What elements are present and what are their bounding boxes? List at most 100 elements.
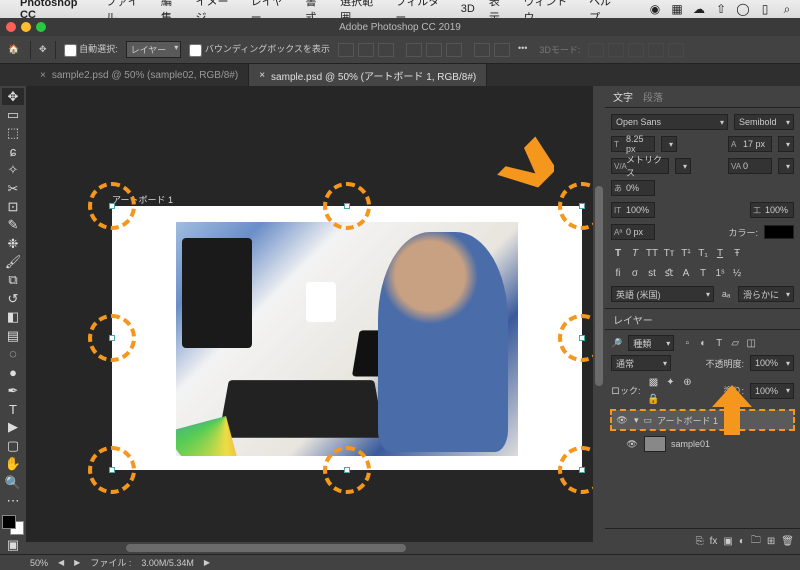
link-layers-icon[interactable]: ⎘: [696, 536, 704, 547]
align-bottom-icon[interactable]: [378, 43, 394, 57]
placed-image[interactable]: [176, 222, 518, 456]
zoom-window-button[interactable]: [36, 22, 46, 32]
menu-extra-icon[interactable]: ▯: [758, 2, 772, 16]
artboard[interactable]: [112, 206, 582, 470]
artboard-handle-tl[interactable]: [109, 203, 115, 209]
language-dropdown[interactable]: 英語 (米国): [611, 286, 714, 302]
threed-slide-icon[interactable]: [648, 43, 664, 57]
artboard-handle-br[interactable]: [579, 467, 585, 473]
close-window-button[interactable]: [6, 22, 16, 32]
wd-status-icon[interactable]: ▦: [670, 2, 684, 16]
blur-tool[interactable]: ◌: [2, 345, 24, 362]
align-top-icon[interactable]: [338, 43, 354, 57]
eyedropper-tool[interactable]: ✎: [2, 217, 24, 234]
font-size-stepper[interactable]: [661, 136, 677, 152]
bold-button[interactable]: T: [611, 246, 625, 260]
visibility-toggle-icon[interactable]: 👁: [625, 439, 639, 450]
zoom-tool[interactable]: 🔍: [2, 474, 24, 491]
layer-row-artboard[interactable]: 👁 ▾ ▭ アートボード 1: [611, 410, 794, 430]
status-menu-icon[interactable]: ▶: [204, 558, 210, 567]
layer-name[interactable]: アートボード 1: [657, 414, 718, 427]
text-color-swatch[interactable]: [764, 225, 794, 239]
zoom-level[interactable]: 50%: [30, 558, 48, 568]
artboard-label[interactable]: アートボード 1: [112, 193, 173, 206]
menu-3d[interactable]: 3D: [461, 3, 475, 15]
distribute-v-icon[interactable]: [494, 43, 510, 57]
artboard-handle-tm[interactable]: [344, 203, 350, 209]
auto-select-mode-dropdown[interactable]: レイヤー: [126, 41, 182, 58]
circle-status-icon[interactable]: ◯: [736, 2, 750, 16]
more-options-icon[interactable]: •••: [514, 43, 531, 57]
filter-shape-icon[interactable]: ▱: [728, 336, 742, 350]
lock-all-icon[interactable]: 🔒: [647, 392, 661, 406]
delete-layer-icon[interactable]: 🗑: [781, 536, 794, 547]
filter-smart-icon[interactable]: ◫: [744, 336, 758, 350]
history-brush-tool[interactable]: ↺: [2, 290, 24, 307]
opacity-field[interactable]: 100%: [750, 355, 794, 371]
zoom-stepper-left[interactable]: ◀: [58, 558, 64, 567]
layer-thumbnail[interactable]: [644, 436, 666, 452]
lasso-tool[interactable]: ɕ: [2, 143, 24, 160]
clone-stamp-tool[interactable]: ⧉: [2, 272, 24, 289]
new-group-icon[interactable]: 🗀: [751, 533, 761, 550]
tracking-stepper[interactable]: [778, 158, 794, 174]
subscript-button[interactable]: T₁: [696, 246, 710, 260]
tab-paragraph[interactable]: 段落: [643, 89, 663, 104]
layer-row[interactable]: 👁 sample01: [611, 434, 794, 454]
frame-tool[interactable]: ⊡: [2, 198, 24, 215]
filter-type-layer-icon[interactable]: T: [712, 336, 726, 350]
healing-brush-tool[interactable]: ❉: [2, 235, 24, 252]
kerning-field[interactable]: V/Aメトリクス: [611, 158, 669, 174]
eraser-tool[interactable]: ◧: [2, 309, 24, 326]
crop-tool[interactable]: ✂: [2, 180, 24, 197]
type-tool[interactable]: T: [2, 400, 24, 417]
filter-pixel-icon[interactable]: ▫: [680, 336, 694, 350]
font-weight-dropdown[interactable]: Semibold: [734, 114, 794, 130]
threed-roll-icon[interactable]: [608, 43, 624, 57]
ot-ordinals-button[interactable]: 1ˢ: [713, 266, 727, 280]
strikethrough-button[interactable]: Ŧ: [730, 246, 744, 260]
marquee-tool[interactable]: ⬚: [2, 125, 24, 142]
move-tool-icon[interactable]: ✥: [39, 44, 47, 55]
italic-button[interactable]: T: [628, 246, 642, 260]
ot-swash-button[interactable]: ﬆ: [662, 266, 676, 280]
smallcaps-button[interactable]: Tᴛ: [662, 246, 676, 260]
filter-kind-dropdown[interactable]: 種類: [628, 335, 674, 351]
leading-field[interactable]: A17 px: [728, 136, 772, 152]
color-swatches[interactable]: [2, 515, 24, 536]
dodge-tool[interactable]: ●: [2, 364, 24, 381]
filter-type-icon[interactable]: 🔎: [611, 338, 622, 349]
rectangle-tool[interactable]: ▢: [2, 437, 24, 454]
quick-mask-button[interactable]: ▣: [2, 536, 24, 553]
superscript-button[interactable]: T¹: [679, 246, 693, 260]
search-icon[interactable]: ⌕: [780, 2, 794, 16]
align-vcenter-icon[interactable]: [358, 43, 374, 57]
blend-mode-dropdown[interactable]: 通常: [611, 355, 671, 371]
layer-style-icon[interactable]: fx: [710, 536, 718, 547]
width-pct-field[interactable]: 工100%: [750, 202, 794, 218]
ot-fractions-button[interactable]: ½: [730, 266, 744, 280]
tab-character[interactable]: 文字: [613, 89, 633, 104]
align-right-icon[interactable]: [446, 43, 462, 57]
move-tool[interactable]: ✥: [2, 88, 24, 105]
brush-tool[interactable]: 🖌: [2, 253, 24, 270]
scrollbar-thumb[interactable]: [595, 186, 603, 386]
path-selection-tool[interactable]: ▶: [2, 419, 24, 436]
align-left-icon[interactable]: [406, 43, 422, 57]
threed-orbit-icon[interactable]: [588, 43, 604, 57]
new-layer-icon[interactable]: ⊞: [767, 536, 775, 547]
cc-status-icon[interactable]: ◉: [648, 2, 662, 16]
ot-sigma-button[interactable]: σ: [628, 266, 642, 280]
threed-pan-icon[interactable]: [628, 43, 644, 57]
disclosure-triangle-icon[interactable]: ▾: [634, 415, 639, 426]
threed-zoom-icon[interactable]: [668, 43, 684, 57]
baseline-shift-field[interactable]: Aª0 px: [611, 224, 655, 240]
lock-pixels-icon[interactable]: ▩: [647, 375, 661, 389]
distribute-h-icon[interactable]: [474, 43, 490, 57]
vscale-field[interactable]: あ0%: [611, 180, 655, 196]
document-tab[interactable]: × sample.psd @ 50% (アートボード 1, RGB/8#): [249, 64, 487, 86]
layer-mask-icon[interactable]: ▣: [723, 536, 732, 547]
zoom-stepper-right[interactable]: ▶: [74, 558, 80, 567]
artboard-handle-bl[interactable]: [109, 467, 115, 473]
show-bounding-box-checkbox[interactable]: バウンディングボックスを表示: [189, 42, 330, 56]
